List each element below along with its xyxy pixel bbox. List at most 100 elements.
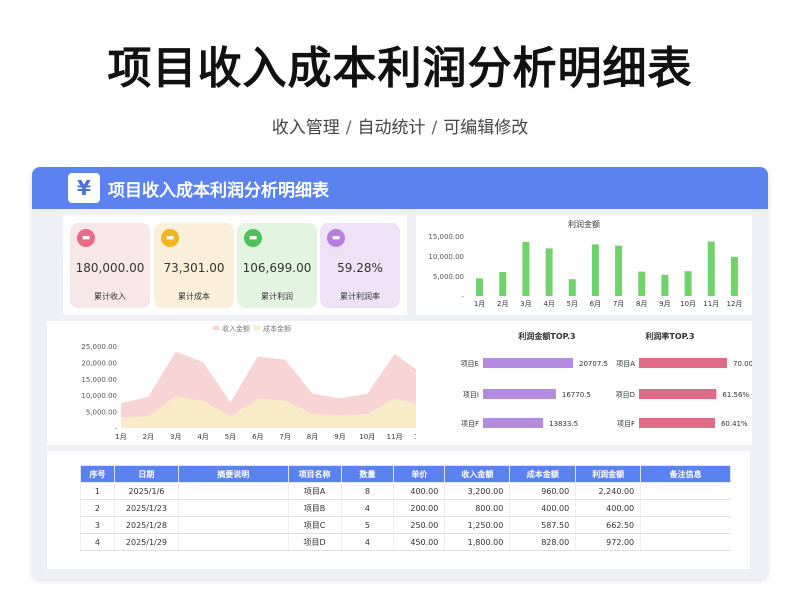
table-cell [640, 533, 731, 551]
table-cell: 1,250.00 [444, 516, 510, 534]
y-tick-label: - [461, 293, 464, 301]
profit-bar [499, 272, 507, 296]
card-icon: ▬ [161, 229, 179, 247]
x-tick-label: 9月 [334, 433, 345, 441]
x-tick-label: 2月 [497, 300, 508, 308]
table-cell [177, 533, 289, 551]
card-header: ¥ 项目收入成本利润分析明细表 [32, 167, 768, 209]
kpi-value: 73,301.00 [163, 261, 225, 275]
x-tick-label: 5月 [225, 433, 236, 441]
top-rate-value: 61.56% [722, 391, 749, 399]
kpi-total-profit: ▬ 106,699.00 累计利润 [237, 223, 317, 308]
table-cell: 1 [80, 482, 115, 500]
top-profit-category: 项目E [461, 360, 479, 368]
top-profit-bar [483, 389, 556, 399]
table-cell: 400.00 [575, 499, 641, 517]
yen-logo-icon: ¥ [68, 173, 100, 203]
card-title: 项目收入成本利润分析明细表 [108, 180, 329, 201]
table-cell: 4 [340, 499, 394, 517]
x-tick-label: 8月 [636, 300, 647, 308]
table-cell: 4 [80, 533, 115, 551]
top-rate-value: 70.00% [733, 360, 752, 368]
profit-bar [568, 279, 576, 296]
x-tick-label: 10月 [359, 433, 375, 441]
x-tick-label: 6月 [252, 433, 263, 441]
legend-label-cost: 成本金额 [263, 324, 291, 333]
table-cell: 5 [340, 516, 394, 534]
detail-table: 序号 日期 摘要说明 项目名称 数量 单价 收入金额 成本金额 利润金额 备注信… [80, 465, 731, 551]
y-tick-label: - [114, 425, 117, 433]
kpi-total-income: ▬ 180,000.00 累计收入 [70, 223, 150, 308]
table-cell: 2,240.00 [575, 482, 641, 500]
legend-label-income: 收入金额 [222, 324, 250, 333]
col-header-index: 序号 [80, 465, 115, 483]
profit-chart-panel: 利润金额 15,000.00 10,000.00 5,000.00 - 1月 2月 3月 4月 5… [416, 215, 752, 315]
top-rate-title: 利润率TOP.3 [644, 331, 694, 341]
table-cell: 1,800.00 [444, 533, 510, 551]
kpi-profit-rate: ▬ 59.28% 累计利润率 [320, 223, 400, 308]
table-cell: 2025/1/29 [113, 533, 179, 551]
table-row: 3 2025/1/28 项目C 5 250.00 1,250.00 587.50 662.50 [80, 516, 731, 534]
profit-bar [591, 244, 599, 296]
dashboard-card: ¥ 项目收入成本利润分析明细表 ▬ 180,000.00 累计收入 ▬ 73,3… [32, 167, 768, 579]
y-tick-label: 5,000.00 [86, 409, 117, 417]
area-chart-panel: 收入金额 成本金额 25,000.00 20,000.00 15,000.00 10,00… [47, 321, 430, 445]
profit-bar [730, 256, 738, 296]
table-cell: 450.00 [393, 533, 445, 551]
top3-charts: 利润金额TOP.3 项目E 20707.5 项目I 16770.5 项目F 13833.5 利… [461, 331, 760, 428]
table-cell: 400.00 [393, 482, 445, 500]
x-tick-label: 5月 [567, 300, 578, 308]
x-tick-label: 3月 [170, 433, 181, 441]
table-cell [640, 499, 731, 517]
x-tick-label: 11月 [387, 433, 403, 441]
table-cell: 项目C [287, 516, 342, 534]
kpi-value: 59.28% [337, 261, 383, 275]
table-cell: 8 [340, 482, 394, 500]
table-cell: 3,200.00 [444, 482, 510, 500]
table-cell: 972.00 [575, 533, 641, 551]
top-rate-bar [639, 389, 717, 399]
y-tick-label: 15,000.00 [81, 376, 117, 384]
col-header-price: 单价 [393, 465, 446, 483]
table-cell: 项目A [287, 482, 342, 500]
profit-bar [661, 274, 669, 296]
subtitle-income-management: 收入管理 [271, 118, 340, 138]
col-header-cost: 成本金额 [509, 465, 577, 483]
top-profit-bar [483, 418, 544, 428]
subtitle-separator: / [345, 118, 352, 138]
profit-bar [684, 271, 692, 296]
table-cell: 2025/1/6 [113, 482, 179, 500]
col-header-summary: 摘要说明 [177, 465, 289, 483]
x-tick-label: 1月 [474, 300, 485, 308]
top-rate-value: 60.41% [721, 420, 748, 428]
table-row: 1 2025/1/6 项目A 8 400.00 3,200.00 960.00 2,240.0… [80, 482, 731, 500]
y-tick-label: 10,000.00 [428, 253, 464, 261]
x-tick-label: 11月 [703, 300, 719, 308]
kpi-panel: ▬ 180,000.00 累计收入 ▬ 73,301.00 累计成本 ▬ 106… [63, 215, 407, 315]
top-rate-bar [639, 418, 715, 428]
col-header-income: 收入金额 [444, 465, 511, 483]
table-header-row: 序号 日期 摘要说明 项目名称 数量 单价 收入金额 成本金额 利润金额 备注信… [80, 465, 731, 483]
col-header-project: 项目名称 [287, 465, 342, 483]
col-header-notes: 备注信息 [640, 465, 731, 483]
table-cell: 项目D [287, 533, 342, 551]
kpi-label: 累计利润率 [340, 292, 380, 301]
legend-swatch-cost [254, 326, 260, 330]
subtitle-separator: / [431, 118, 438, 138]
x-tick-label: 2月 [143, 433, 154, 441]
income-cost-area-chart: 收入金额 成本金额 25,000.00 20,000.00 15,000.00 10,00… [81, 324, 430, 441]
y-tick-label: 15,000.00 [428, 233, 464, 241]
table-cell: 项目B [287, 499, 342, 517]
x-tick-label: 4月 [197, 433, 208, 441]
profit-bar [707, 241, 715, 296]
y-tick-label: 20,000.00 [81, 359, 117, 367]
col-header-profit: 利润金额 [575, 465, 642, 483]
top-rate-category: 项目F [617, 420, 635, 428]
top-rate-category: 项目D [616, 391, 635, 399]
top-profit-bar [483, 358, 573, 368]
x-tick-label: 9月 [659, 300, 670, 308]
y-tick-label: 10,000.00 [81, 392, 117, 400]
table-cell: 4 [340, 533, 394, 551]
table-cell: 2 [80, 499, 115, 517]
y-tick-label: 5,000.00 [433, 273, 464, 281]
